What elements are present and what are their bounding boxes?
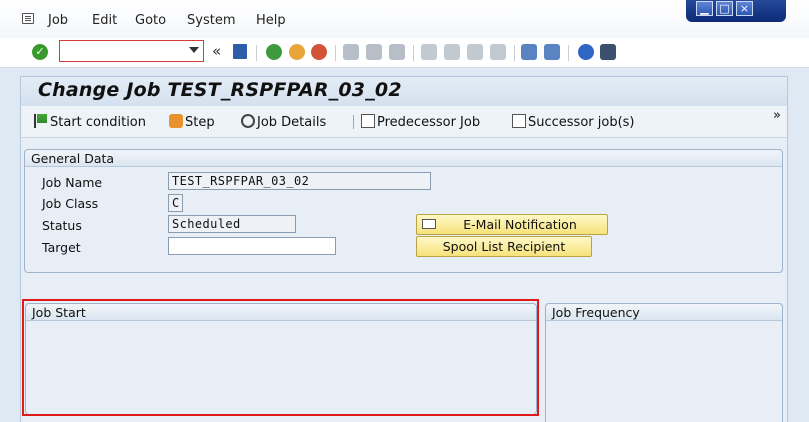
predecessor-job-button[interactable]: Predecessor Job bbox=[361, 114, 480, 130]
successor-jobs-label: Successor job(s) bbox=[528, 115, 635, 130]
first-page-icon[interactable] bbox=[421, 44, 437, 60]
job-start-header: Job Start bbox=[26, 304, 536, 321]
predecessor-job-label: Predecessor Job bbox=[377, 115, 481, 130]
cancel-icon[interactable] bbox=[311, 44, 327, 60]
next-page-icon[interactable] bbox=[467, 44, 483, 60]
layout-settings-icon[interactable] bbox=[600, 44, 616, 60]
back-icon[interactable] bbox=[266, 44, 282, 60]
job-frequency-header: Job Frequency bbox=[546, 304, 782, 321]
menu-system[interactable]: System bbox=[187, 13, 235, 28]
job-frequency-group: Job Frequency bbox=[545, 303, 783, 422]
menu-goto[interactable]: Goto bbox=[135, 13, 166, 28]
job-start-group: Job Start bbox=[25, 303, 537, 415]
target-label: Target bbox=[42, 240, 81, 255]
status-label: Status bbox=[42, 218, 82, 233]
toolbar-separator bbox=[568, 45, 569, 61]
step-button[interactable]: Step bbox=[169, 114, 215, 130]
menu-job[interactable]: Job bbox=[48, 13, 68, 28]
page-title: Change Job TEST_RSPFPAR_03_02 bbox=[38, 79, 402, 101]
last-page-icon[interactable] bbox=[490, 44, 506, 60]
job-class-label: Job Class bbox=[42, 196, 99, 211]
toolbar-separator bbox=[514, 45, 515, 61]
job-details-button[interactable]: Job Details bbox=[241, 114, 326, 130]
job-name-field[interactable]: TEST_RSPFPAR_03_02 bbox=[168, 172, 431, 190]
find-next-icon[interactable] bbox=[389, 44, 405, 60]
job-start-title: Job Start bbox=[32, 305, 86, 320]
application-toolbar: Start condition Step Job Details Predece… bbox=[20, 106, 788, 138]
save-icon[interactable] bbox=[233, 44, 247, 59]
maximize-button[interactable]: □ bbox=[716, 1, 733, 16]
start-condition-label: Start condition bbox=[50, 115, 146, 130]
command-field[interactable] bbox=[59, 40, 204, 62]
menu-edit[interactable]: Edit bbox=[92, 13, 117, 28]
flag-icon bbox=[34, 114, 48, 128]
print-icon[interactable] bbox=[343, 44, 359, 60]
help-icon[interactable] bbox=[578, 44, 594, 60]
job-class-field[interactable]: C bbox=[168, 194, 183, 212]
start-condition-button[interactable]: Start condition bbox=[34, 114, 146, 130]
toolbar-separator bbox=[335, 45, 336, 61]
previous-page-icon[interactable] bbox=[444, 44, 460, 60]
toolbar-separator bbox=[256, 45, 257, 61]
general-data-header: General Data bbox=[25, 150, 782, 167]
shortcut-icon[interactable] bbox=[544, 44, 560, 60]
document-arrow-icon bbox=[361, 114, 375, 128]
menu-bar: Job Edit Goto System Help ▁ □ × bbox=[0, 0, 809, 38]
details-icon bbox=[241, 114, 255, 128]
step-icon bbox=[169, 114, 183, 128]
command-input[interactable] bbox=[63, 43, 187, 59]
window-controls: ▁ □ × bbox=[686, 0, 786, 22]
title-bar: Change Job TEST_RSPFPAR_03_02 bbox=[20, 76, 788, 106]
email-notification-button[interactable]: E-Mail Notification bbox=[416, 214, 608, 235]
job-frequency-title: Job Frequency bbox=[552, 305, 640, 320]
new-session-icon[interactable] bbox=[521, 44, 537, 60]
general-data-group: General Data Job Name TEST_RSPFPAR_03_02… bbox=[24, 149, 783, 273]
more-functions-button[interactable]: » bbox=[773, 108, 781, 123]
standard-toolbar: ✓ « bbox=[0, 38, 809, 68]
collapse-icon[interactable]: « bbox=[212, 42, 221, 60]
status-field: Scheduled bbox=[168, 215, 296, 233]
successor-jobs-button[interactable]: Successor job(s) bbox=[512, 114, 635, 130]
exit-icon[interactable] bbox=[289, 44, 305, 60]
chevron-down-icon[interactable] bbox=[189, 47, 199, 53]
envelope-icon bbox=[422, 219, 436, 229]
enter-icon[interactable]: ✓ bbox=[32, 44, 48, 60]
find-icon[interactable] bbox=[366, 44, 382, 60]
document-arrow-icon bbox=[512, 114, 526, 128]
general-data-title: General Data bbox=[31, 151, 115, 166]
sap-window: Job Edit Goto System Help ▁ □ × ✓ « Chan… bbox=[0, 0, 809, 422]
step-label: Step bbox=[185, 115, 215, 130]
menu-icon[interactable] bbox=[22, 13, 34, 24]
target-input[interactable] bbox=[168, 237, 336, 255]
email-notification-label: E-Mail Notification bbox=[463, 217, 577, 232]
toolbar-separator bbox=[413, 45, 414, 61]
job-details-label: Job Details bbox=[257, 115, 327, 130]
spool-list-recipient-button[interactable]: Spool List Recipient bbox=[416, 236, 592, 257]
job-name-label: Job Name bbox=[42, 175, 103, 190]
minimize-button[interactable]: ▁ bbox=[696, 1, 713, 16]
toolbar-separator bbox=[353, 115, 354, 129]
close-button[interactable]: × bbox=[736, 1, 753, 16]
menu-help[interactable]: Help bbox=[256, 13, 286, 28]
